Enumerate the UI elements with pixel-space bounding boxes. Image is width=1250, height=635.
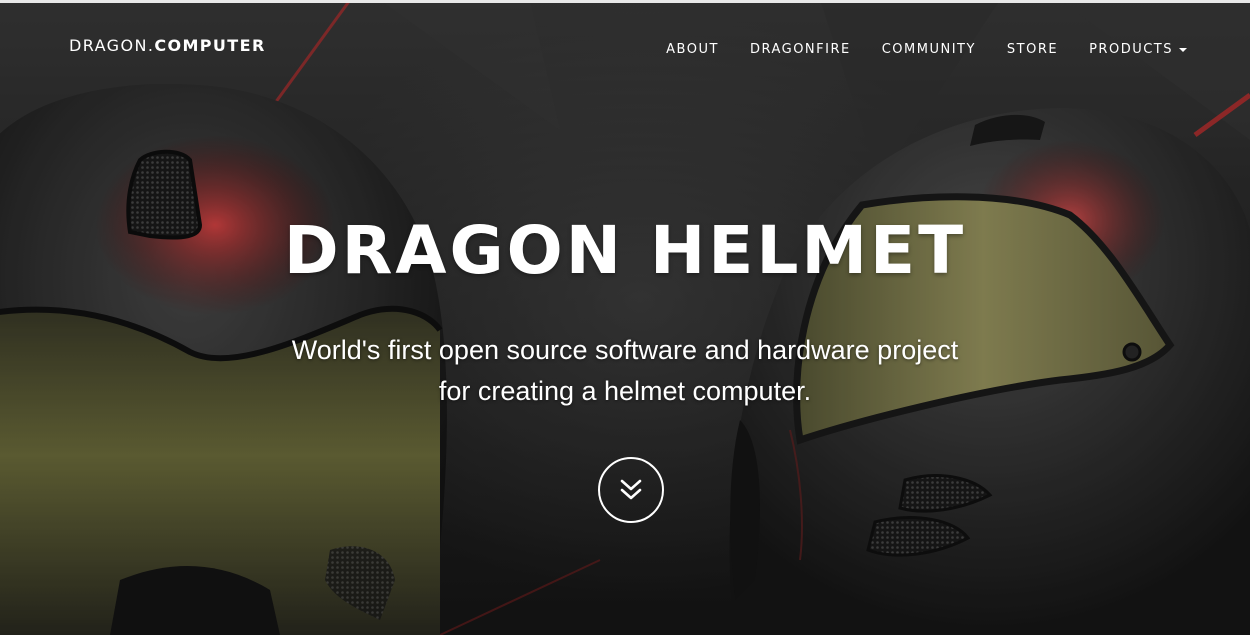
brand-logo-link[interactable]: DRAGON.COMPUTER xyxy=(69,36,266,55)
nav-item-store: STORE xyxy=(1007,38,1058,57)
nav-item-products: PRODUCTS xyxy=(1089,38,1187,57)
nav-link-dragonfire[interactable]: DRAGONFIRE xyxy=(750,42,851,57)
hero-subtitle-line2: for creating a helmet computer. xyxy=(438,376,812,406)
helmet-background-image xyxy=(0,0,1250,635)
nav-item-dragonfire: DRAGONFIRE xyxy=(750,38,851,57)
hero-subtitle-line1: World's first open source software and h… xyxy=(291,335,959,365)
brand-text-part1: DRAGON. xyxy=(69,36,155,55)
caret-down-icon xyxy=(1179,47,1187,52)
nav-link-products-label: PRODUCTS xyxy=(1089,42,1173,57)
hero-subtitle: World's first open source software and h… xyxy=(0,330,1250,412)
double-chevron-down-icon xyxy=(620,479,642,500)
hero-title: DRAGON HELMET xyxy=(283,212,967,289)
navbar: DRAGON.COMPUTER ABOUT DRAGONFIRE COMMUNI… xyxy=(0,0,1250,94)
scroll-down-button[interactable] xyxy=(598,457,664,523)
nav-menu: ABOUT DRAGONFIRE COMMUNITY STORE PRODUCT… xyxy=(666,38,1187,57)
nav-link-about[interactable]: ABOUT xyxy=(666,42,719,57)
nav-link-products[interactable]: PRODUCTS xyxy=(1089,42,1187,57)
hero-section: DRAGON.COMPUTER ABOUT DRAGONFIRE COMMUNI… xyxy=(0,0,1250,635)
nav-link-community[interactable]: COMMUNITY xyxy=(882,42,976,57)
nav-item-community: COMMUNITY xyxy=(882,38,976,57)
nav-item-about: ABOUT xyxy=(666,38,719,57)
nav-link-store[interactable]: STORE xyxy=(1007,42,1058,57)
brand-text-part2: COMPUTER xyxy=(154,36,266,55)
